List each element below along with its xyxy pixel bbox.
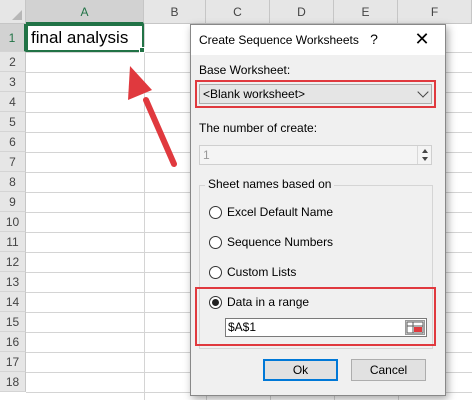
- cancel-button[interactable]: Cancel: [351, 359, 426, 381]
- radio-excel-default-name[interactable]: [209, 206, 222, 219]
- number-of-create-spinner[interactable]: 1: [199, 145, 432, 165]
- row-header-17[interactable]: 17: [0, 352, 26, 372]
- cell-a1[interactable]: final analysis: [26, 24, 144, 52]
- spin-up-icon[interactable]: [422, 149, 428, 153]
- radio-data-in-range[interactable]: [209, 296, 222, 309]
- column-header-a[interactable]: A: [26, 0, 144, 24]
- row-header-15[interactable]: 15: [0, 312, 26, 332]
- ok-button[interactable]: Ok: [263, 359, 338, 381]
- row-header-8[interactable]: 8: [0, 172, 26, 192]
- row-header-13[interactable]: 13: [0, 272, 26, 292]
- base-worksheet-value: <Blank worksheet>: [203, 87, 306, 101]
- row-header-11[interactable]: 11: [0, 232, 26, 252]
- fill-handle[interactable]: [139, 47, 145, 53]
- base-worksheet-select[interactable]: <Blank worksheet>: [199, 84, 432, 104]
- radio-sequence-numbers[interactable]: [209, 236, 222, 249]
- row-header-10[interactable]: 10: [0, 212, 26, 232]
- row-header-18[interactable]: 18: [0, 372, 26, 392]
- row-header-9[interactable]: 9: [0, 192, 26, 212]
- option-label-sequence-numbers[interactable]: Sequence Numbers: [227, 235, 333, 249]
- sheet-names-group-title: Sheet names based on: [205, 177, 335, 191]
- spinner-buttons[interactable]: [417, 146, 431, 164]
- help-icon[interactable]: ?: [367, 31, 381, 49]
- spin-down-icon[interactable]: [422, 157, 428, 161]
- base-worksheet-label: Base Worksheet:: [199, 63, 291, 77]
- row-header-12[interactable]: 12: [0, 252, 26, 272]
- row-header-16[interactable]: 16: [0, 332, 26, 352]
- option-label-custom-lists[interactable]: Custom Lists: [227, 265, 296, 279]
- column-header-c[interactable]: C: [206, 0, 270, 24]
- dialog-title: Create Sequence Worksheets: [199, 33, 359, 47]
- column-header-e[interactable]: E: [334, 0, 398, 24]
- column-header-d[interactable]: D: [270, 0, 334, 24]
- option-label-data-in-range[interactable]: Data in a range: [227, 295, 309, 309]
- column-header-f[interactable]: F: [398, 0, 472, 24]
- create-sequence-worksheets-dialog: Create Sequence Worksheets ? ✕ Base Work…: [190, 24, 446, 396]
- number-of-create-label: The number of create:: [199, 121, 318, 135]
- range-input[interactable]: $A$1: [225, 318, 427, 337]
- row-header-4[interactable]: 4: [0, 92, 26, 112]
- row-header-14[interactable]: 14: [0, 292, 26, 312]
- dialog-titlebar[interactable]: Create Sequence Worksheets ? ✕: [191, 25, 445, 55]
- radio-custom-lists[interactable]: [209, 266, 222, 279]
- row-header-6[interactable]: 6: [0, 132, 26, 152]
- column-header-b[interactable]: B: [144, 0, 206, 24]
- row-header-3[interactable]: 3: [0, 72, 26, 92]
- row-header-1[interactable]: 1: [0, 24, 26, 52]
- range-select-icon[interactable]: [405, 320, 425, 335]
- row-header-2[interactable]: 2: [0, 52, 26, 72]
- range-value: $A$1: [228, 320, 257, 334]
- number-of-create-value: 1: [203, 148, 210, 162]
- select-all-corner[interactable]: [0, 0, 26, 24]
- row-header-5[interactable]: 5: [0, 112, 26, 132]
- option-label-excel-default-name[interactable]: Excel Default Name: [227, 205, 333, 219]
- close-icon[interactable]: ✕: [407, 28, 437, 50]
- range-grid-icon: [406, 321, 424, 334]
- row-header-7[interactable]: 7: [0, 152, 26, 172]
- chevron-down-icon: [417, 86, 429, 98]
